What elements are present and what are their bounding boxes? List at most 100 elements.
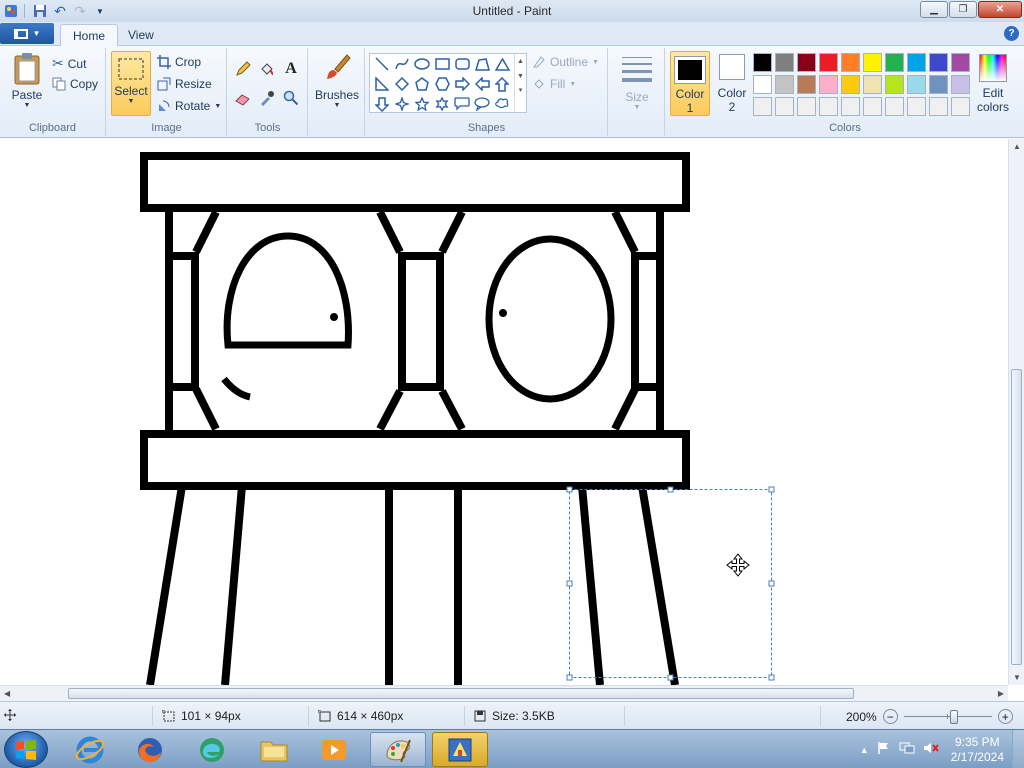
save-icon[interactable] [31,3,49,19]
zoom-in-icon[interactable]: + [997,709,1013,724]
vertical-scroll-thumb[interactable] [1011,369,1022,665]
six-point-star-shape-icon[interactable] [432,94,452,114]
magnifier-icon[interactable] [280,88,302,108]
curve-shape-icon[interactable] [392,54,412,74]
scroll-down-arrow-icon[interactable]: ▼ [1013,673,1021,682]
diamond-shape-icon[interactable] [392,74,412,94]
palette-swatch[interactable] [797,97,816,116]
color-2-button[interactable]: Color 2 [712,54,752,114]
palette-swatch[interactable] [819,75,838,94]
fill-button[interactable]: Fill ▼ [532,77,576,91]
palette-swatch[interactable] [863,53,882,72]
palette-swatch[interactable] [929,75,948,94]
paste-button[interactable]: Paste ▼ [8,52,46,109]
vertical-scrollbar[interactable]: ▲ ▼ [1008,139,1024,685]
palette-swatch[interactable] [885,53,904,72]
pentagon-shape-icon[interactable] [412,74,432,94]
paint-menu-button[interactable]: ▼ [0,23,54,44]
palette-swatch[interactable] [753,97,772,116]
five-point-star-shape-icon[interactable] [412,94,432,114]
clock[interactable]: 9:35 PM 2/17/2024 [951,735,1004,765]
cloud-callout-shape-icon[interactable] [492,94,512,114]
outline-button[interactable]: Outline ▼ [532,55,599,69]
canvas-area[interactable] [0,139,1008,685]
palette-swatch[interactable] [929,53,948,72]
select-button[interactable]: Select ▼ [111,51,151,116]
palette-swatch[interactable] [775,97,794,116]
undo-icon[interactable]: ↶ [51,3,69,19]
down-arrow-shape-icon[interactable] [372,94,392,114]
app-taskbar-button[interactable] [432,732,488,767]
scroll-down-icon[interactable]: ▼ [515,73,526,80]
oval-shape-icon[interactable] [412,54,432,74]
cut-button[interactable]: ✂ Cut [52,55,86,72]
network-icon[interactable] [899,741,915,758]
help-icon[interactable]: ? [1004,26,1019,41]
start-button[interactable] [4,731,48,768]
zoom-out-icon[interactable]: − [882,709,898,724]
up-arrow-shape-icon[interactable] [492,74,512,94]
scroll-up-arrow-icon[interactable]: ▲ [1013,142,1021,151]
close-button[interactable]: ✕ [978,1,1022,18]
palette-swatch[interactable] [885,75,904,94]
palette-swatch[interactable] [841,53,860,72]
palette-swatch[interactable] [775,53,794,72]
brushes-button[interactable]: Brushes ▼ [313,52,361,109]
right-triangle-shape-icon[interactable] [372,74,392,94]
scroll-right-arrow-icon[interactable]: ▶ [998,689,1004,698]
zoom-slider[interactable] [903,709,992,724]
triangle-shape-icon[interactable] [492,54,512,74]
palette-swatch[interactable] [841,97,860,116]
paint-app-icon[interactable] [2,3,20,19]
palette-swatch[interactable] [885,97,904,116]
palette-swatch[interactable] [775,75,794,94]
palette-swatch[interactable] [797,53,816,72]
rounded-callout-shape-icon[interactable] [452,94,472,114]
expand-gallery-icon[interactable]: ▾ [515,86,526,94]
horizontal-scroll-thumb[interactable] [68,688,854,699]
left-arrow-shape-icon[interactable] [472,74,492,94]
scroll-up-icon[interactable]: ▲ [515,58,526,65]
rectangle-shape-icon[interactable] [432,54,452,74]
drawing-canvas[interactable] [0,139,1008,685]
internet-explorer-icon[interactable] [62,732,118,767]
fill-bucket-icon[interactable] [256,59,278,79]
polygon-shape-icon[interactable] [472,54,492,74]
palette-swatch[interactable] [951,53,970,72]
eraser-icon[interactable] [232,88,254,108]
edit-colors-button[interactable]: Edit colors [973,54,1013,114]
action-center-flag-icon[interactable] [877,741,891,758]
resize-button[interactable]: Resize [157,77,212,91]
horizontal-scrollbar[interactable]: ◀ ▶ [0,685,1008,701]
palette-swatch[interactable] [819,53,838,72]
firefox-icon[interactable] [122,732,178,767]
size-button[interactable]: Size ▼ [613,54,661,111]
shapes-scroll[interactable]: ▲ ▼ ▾ [514,54,526,112]
copy-button[interactable]: Copy [52,77,98,91]
volume-muted-icon[interactable] [923,741,939,758]
palette-swatch[interactable] [951,75,970,94]
scroll-left-arrow-icon[interactable]: ◀ [4,689,10,698]
tab-home[interactable]: Home [60,24,119,47]
oval-callout-shape-icon[interactable] [472,94,492,114]
palette-swatch[interactable] [863,97,882,116]
palette-swatch[interactable] [951,97,970,116]
media-player-icon[interactable] [306,732,362,767]
line-shape-icon[interactable] [372,54,392,74]
color-1-button[interactable]: Color 1 [670,51,710,116]
palette-swatch[interactable] [907,75,926,94]
color-picker-icon[interactable] [256,88,278,108]
minimize-button[interactable]: ▁ [920,1,948,18]
palette-swatch[interactable] [841,75,860,94]
palette-swatch[interactable] [797,75,816,94]
palette-swatch[interactable] [863,75,882,94]
edge-icon[interactable] [184,732,240,767]
palette-swatch[interactable] [907,97,926,116]
show-desktop-button[interactable] [1012,730,1024,768]
text-tool-icon[interactable]: A [280,59,302,79]
tab-view[interactable]: View [116,24,166,46]
palette-swatch[interactable] [753,75,772,94]
palette-swatch[interactable] [819,97,838,116]
crop-button[interactable]: Crop [157,55,201,69]
rotate-button[interactable]: Rotate ▼ [157,99,221,113]
